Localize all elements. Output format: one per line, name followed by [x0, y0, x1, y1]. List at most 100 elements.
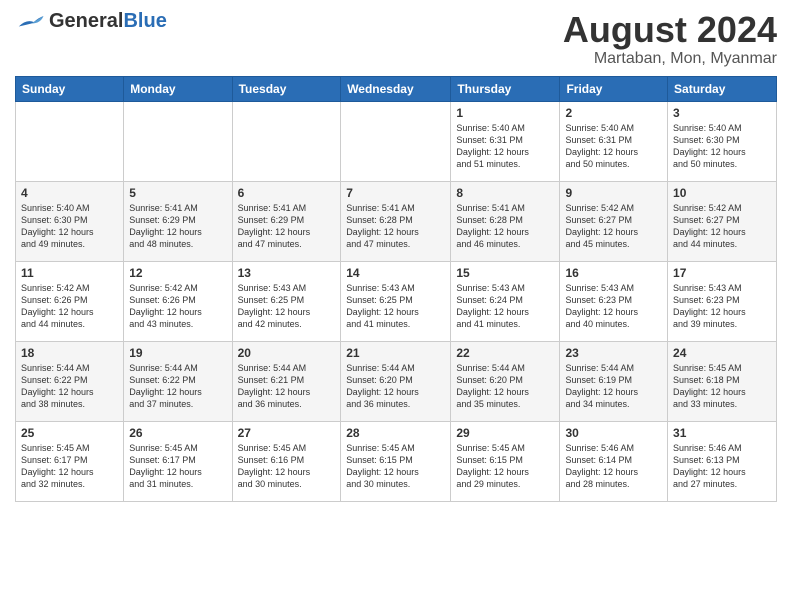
logo-icon: [15, 13, 45, 31]
day-info: Sunrise: 5:44 AM Sunset: 6:22 PM Dayligh…: [129, 362, 226, 411]
week-row-5: 25 Sunrise: 5:45 AM Sunset: 6:17 PM Dayli…: [16, 421, 777, 501]
table-row: 15 Sunrise: 5:43 AM Sunset: 6:24 PM Dayli…: [451, 261, 560, 341]
table-row: 28 Sunrise: 5:45 AM Sunset: 6:15 PM Dayli…: [341, 421, 451, 501]
table-row: 10 Sunrise: 5:42 AM Sunset: 6:27 PM Dayli…: [668, 181, 777, 261]
day-number: 19: [129, 346, 226, 360]
logo: GeneralBlue: [15, 10, 167, 33]
sub-title: Martaban, Mon, Myanmar: [563, 50, 777, 68]
week-row-4: 18 Sunrise: 5:44 AM Sunset: 6:22 PM Dayli…: [16, 341, 777, 421]
day-info: Sunrise: 5:44 AM Sunset: 6:21 PM Dayligh…: [238, 362, 336, 411]
day-info: Sunrise: 5:45 AM Sunset: 6:15 PM Dayligh…: [346, 442, 445, 491]
day-number: 3: [673, 106, 771, 120]
day-info: Sunrise: 5:41 AM Sunset: 6:29 PM Dayligh…: [129, 202, 226, 251]
day-number: 26: [129, 426, 226, 440]
main-title: August 2024: [563, 10, 777, 50]
col-tuesday: Tuesday: [232, 76, 341, 101]
day-info: Sunrise: 5:45 AM Sunset: 6:17 PM Dayligh…: [21, 442, 118, 491]
day-number: 12: [129, 266, 226, 280]
table-row: 14 Sunrise: 5:43 AM Sunset: 6:25 PM Dayli…: [341, 261, 451, 341]
table-row: 27Sunrise: 5:45 AM Sunset: 6:16 PM Dayli…: [232, 421, 341, 501]
table-row: 16 Sunrise: 5:43 AM Sunset: 6:23 PM Dayli…: [560, 261, 668, 341]
week-row-3: 11 Sunrise: 5:42 AM Sunset: 6:26 PM Dayli…: [16, 261, 777, 341]
day-info: Sunrise: 5:44 AM Sunset: 6:20 PM Dayligh…: [456, 362, 554, 411]
day-number: 10: [673, 186, 771, 200]
day-info: Sunrise: 5:41 AM Sunset: 6:29 PM Dayligh…: [238, 202, 336, 251]
day-info: Sunrise: 5:40 AM Sunset: 6:31 PM Dayligh…: [456, 122, 554, 171]
day-number: 1: [456, 106, 554, 120]
header: GeneralBlue August 2024 Martaban, Mon, M…: [15, 10, 777, 68]
day-number: 9: [565, 186, 662, 200]
day-info: Sunrise: 5:41 AM Sunset: 6:28 PM Dayligh…: [456, 202, 554, 251]
day-info: Sunrise: 5:44 AM Sunset: 6:22 PM Dayligh…: [21, 362, 118, 411]
table-row: 30 Sunrise: 5:46 AM Sunset: 6:14 PM Dayli…: [560, 421, 668, 501]
day-number: 15: [456, 266, 554, 280]
table-row: 22Sunrise: 5:44 AM Sunset: 6:20 PM Dayli…: [451, 341, 560, 421]
day-info: Sunrise: 5:43 AM Sunset: 6:24 PM Dayligh…: [456, 282, 554, 331]
day-number: 7: [346, 186, 445, 200]
day-info: Sunrise: 5:42 AM Sunset: 6:27 PM Dayligh…: [565, 202, 662, 251]
day-number: 30: [565, 426, 662, 440]
table-row: 26 Sunrise: 5:45 AM Sunset: 6:17 PM Dayli…: [124, 421, 232, 501]
day-number: 25: [21, 426, 118, 440]
table-row: 23 Sunrise: 5:44 AM Sunset: 6:19 PM Dayli…: [560, 341, 668, 421]
day-info: Sunrise: 5:45 AM Sunset: 6:17 PM Dayligh…: [129, 442, 226, 491]
day-number: 6: [238, 186, 336, 200]
day-number: 28: [346, 426, 445, 440]
page: GeneralBlue August 2024 Martaban, Mon, M…: [0, 0, 792, 612]
day-info: Sunrise: 5:41 AM Sunset: 6:28 PM Dayligh…: [346, 202, 445, 251]
table-row: 3Sunrise: 5:40 AM Sunset: 6:30 PM Daylig…: [668, 101, 777, 181]
table-row: 6 Sunrise: 5:41 AM Sunset: 6:29 PM Daylig…: [232, 181, 341, 261]
day-number: 17: [673, 266, 771, 280]
table-row: 25 Sunrise: 5:45 AM Sunset: 6:17 PM Dayli…: [16, 421, 124, 501]
day-info: Sunrise: 5:42 AM Sunset: 6:26 PM Dayligh…: [129, 282, 226, 331]
col-sunday: Sunday: [16, 76, 124, 101]
table-row: [16, 101, 124, 181]
title-block: August 2024 Martaban, Mon, Myanmar: [563, 10, 777, 68]
table-row: [124, 101, 232, 181]
week-row-2: 4 Sunrise: 5:40 AM Sunset: 6:30 PM Daylig…: [16, 181, 777, 261]
day-info: Sunrise: 5:40 AM Sunset: 6:30 PM Dayligh…: [21, 202, 118, 251]
col-friday: Friday: [560, 76, 668, 101]
day-number: 31: [673, 426, 771, 440]
day-info: Sunrise: 5:45 AM Sunset: 6:15 PM Dayligh…: [456, 442, 554, 491]
day-number: 23: [565, 346, 662, 360]
day-info: Sunrise: 5:44 AM Sunset: 6:20 PM Dayligh…: [346, 362, 445, 411]
day-number: 8: [456, 186, 554, 200]
table-row: [341, 101, 451, 181]
table-row: 4 Sunrise: 5:40 AM Sunset: 6:30 PM Daylig…: [16, 181, 124, 261]
table-row: 17Sunrise: 5:43 AM Sunset: 6:23 PM Dayli…: [668, 261, 777, 341]
table-row: 12 Sunrise: 5:42 AM Sunset: 6:26 PM Dayli…: [124, 261, 232, 341]
day-info: Sunrise: 5:40 AM Sunset: 6:31 PM Dayligh…: [565, 122, 662, 171]
table-row: 19 Sunrise: 5:44 AM Sunset: 6:22 PM Dayli…: [124, 341, 232, 421]
day-number: 16: [565, 266, 662, 280]
day-info: Sunrise: 5:42 AM Sunset: 6:26 PM Dayligh…: [21, 282, 118, 331]
day-info: Sunrise: 5:46 AM Sunset: 6:14 PM Dayligh…: [565, 442, 662, 491]
day-number: 14: [346, 266, 445, 280]
table-row: 21Sunrise: 5:44 AM Sunset: 6:20 PM Dayli…: [341, 341, 451, 421]
day-info: Sunrise: 5:43 AM Sunset: 6:25 PM Dayligh…: [238, 282, 336, 331]
table-row: 7 Sunrise: 5:41 AM Sunset: 6:28 PM Daylig…: [341, 181, 451, 261]
day-number: 24: [673, 346, 771, 360]
week-row-1: 1 Sunrise: 5:40 AM Sunset: 6:31 PM Daylig…: [16, 101, 777, 181]
day-number: 18: [21, 346, 118, 360]
calendar-header-row: Sunday Monday Tuesday Wednesday Thursday…: [16, 76, 777, 101]
col-monday: Monday: [124, 76, 232, 101]
day-info: Sunrise: 5:42 AM Sunset: 6:27 PM Dayligh…: [673, 202, 771, 251]
day-number: 13: [238, 266, 336, 280]
day-number: 11: [21, 266, 118, 280]
day-number: 27: [238, 426, 336, 440]
day-number: 20: [238, 346, 336, 360]
table-row: 20 Sunrise: 5:44 AM Sunset: 6:21 PM Dayli…: [232, 341, 341, 421]
calendar-table: Sunday Monday Tuesday Wednesday Thursday…: [15, 76, 777, 502]
table-row: 13 Sunrise: 5:43 AM Sunset: 6:25 PM Dayli…: [232, 261, 341, 341]
day-number: 4: [21, 186, 118, 200]
table-row: 29Sunrise: 5:45 AM Sunset: 6:15 PM Dayli…: [451, 421, 560, 501]
logo-text: GeneralBlue: [49, 10, 167, 33]
day-number: 2: [565, 106, 662, 120]
day-info: Sunrise: 5:44 AM Sunset: 6:19 PM Dayligh…: [565, 362, 662, 411]
day-info: Sunrise: 5:43 AM Sunset: 6:23 PM Dayligh…: [565, 282, 662, 331]
table-row: 5Sunrise: 5:41 AM Sunset: 6:29 PM Daylig…: [124, 181, 232, 261]
table-row: 24Sunrise: 5:45 AM Sunset: 6:18 PM Dayli…: [668, 341, 777, 421]
day-info: Sunrise: 5:43 AM Sunset: 6:25 PM Dayligh…: [346, 282, 445, 331]
col-thursday: Thursday: [451, 76, 560, 101]
